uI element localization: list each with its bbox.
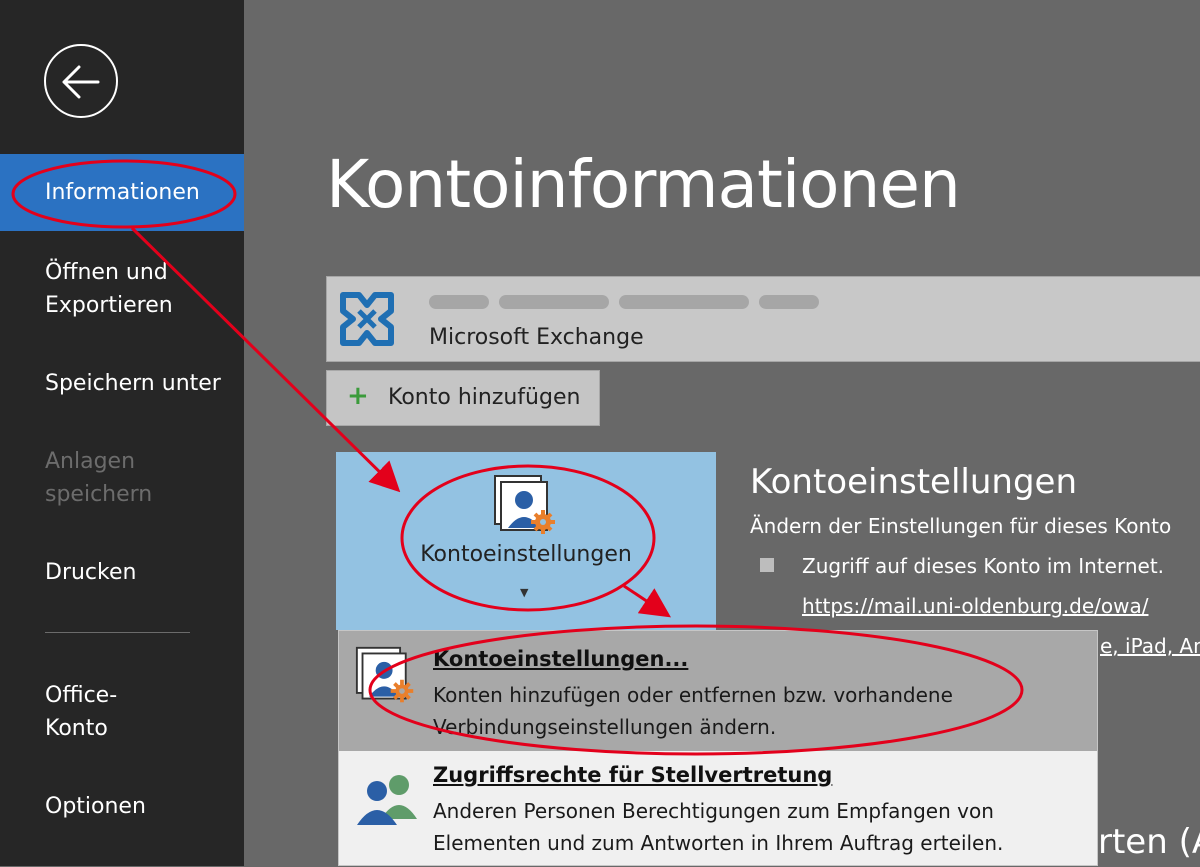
- nav-label: speichern: [45, 482, 153, 507]
- nav-optionen[interactable]: Optionen: [0, 790, 244, 823]
- nav-informationen[interactable]: Informationen: [0, 154, 244, 231]
- nav-label: Office-: [45, 683, 118, 708]
- account-settings-dropdown: Kontoeinstellungen... Konten hinzufügen …: [338, 630, 1098, 866]
- bullet-text: Zugriff auf dieses Konto im Internet.: [802, 554, 1165, 578]
- menu-item-description: Konten hinzufügen oder entfernen bzw. vo…: [433, 679, 1073, 743]
- backstage-sidebar: Informationen Öffnen und Exportieren Spe…: [0, 0, 244, 866]
- nav-label: Speichern unter: [45, 371, 221, 396]
- nav-label: Exportieren: [45, 293, 173, 318]
- menu-item-title: Zugriffsrechte für Stellvertretung: [433, 763, 833, 787]
- tile-label: Kontoeinstellungen: [420, 542, 632, 567]
- plus-icon: +: [347, 381, 369, 411]
- nav-speichern-unter[interactable]: Speichern unter: [0, 367, 244, 400]
- bullet-icon: [760, 558, 774, 572]
- menu-item-kontoeinstellungen[interactable]: Kontoeinstellungen... Konten hinzufügen …: [339, 631, 1097, 751]
- nav-label: Öffnen und: [45, 260, 168, 285]
- add-account-button[interactable]: + Konto hinzufügen: [326, 370, 600, 426]
- nav-label: Informationen: [45, 180, 200, 205]
- arrow-left-icon: [62, 65, 100, 99]
- nav-label: Optionen: [45, 794, 146, 819]
- nav-oeffnen-exportieren[interactable]: Öffnen und Exportieren: [0, 256, 244, 322]
- account-settings-icon: [494, 475, 555, 534]
- nav-office-konto[interactable]: Office- Konto: [0, 679, 244, 745]
- menu-item-stellvertretung[interactable]: Zugriffsrechte für Stellvertretung Ander…: [339, 755, 1097, 867]
- account-settings-icon: [355, 646, 414, 703]
- owa-link[interactable]: https://mail.uni-oldenburg.de/owa/: [802, 594, 1148, 618]
- account-type: Microsoft Exchange: [429, 325, 644, 350]
- nav-divider: [45, 632, 190, 633]
- exchange-icon: [340, 292, 394, 346]
- description-line: Verbindungseinstellungen ändern.: [433, 715, 777, 739]
- nav-label: Konto: [45, 716, 108, 741]
- add-account-label: Konto hinzufügen: [388, 385, 581, 410]
- delegate-access-icon: [357, 775, 417, 825]
- nav-anlagen-speichern: Anlagen speichern: [0, 445, 244, 511]
- nav-label: Drucken: [45, 560, 137, 585]
- menu-item-description: Anderen Personen Berechtigungen zum Empf…: [433, 795, 1073, 859]
- partial-section-title: rten (A: [1098, 822, 1200, 862]
- account-selector[interactable]: Microsoft Exchange: [326, 276, 1200, 362]
- section-title: Kontoeinstellungen: [750, 462, 1078, 502]
- back-button[interactable]: [44, 44, 118, 118]
- nav-label: Anlagen: [45, 449, 136, 474]
- description-line: Konten hinzufügen oder entfernen bzw. vo…: [433, 683, 953, 707]
- menu-item-title: Kontoeinstellungen...: [433, 647, 689, 671]
- description-line: Anderen Personen Berechtigungen zum Empf…: [433, 799, 994, 823]
- caret-down-icon: ▼: [520, 586, 529, 599]
- description-line: Elementen und zum Antworten in Ihrem Auf…: [433, 831, 1004, 855]
- nav-drucken[interactable]: Drucken: [0, 556, 244, 589]
- account-email-redacted: [429, 289, 829, 315]
- account-settings-tile[interactable]: Kontoeinstellungen ▼: [336, 452, 716, 630]
- page-title: Kontoinformationen: [326, 146, 961, 223]
- section-description: Ändern der Einstellungen für dieses Kont…: [750, 514, 1172, 538]
- partial-link-text[interactable]: e, iPad, An: [1100, 634, 1200, 658]
